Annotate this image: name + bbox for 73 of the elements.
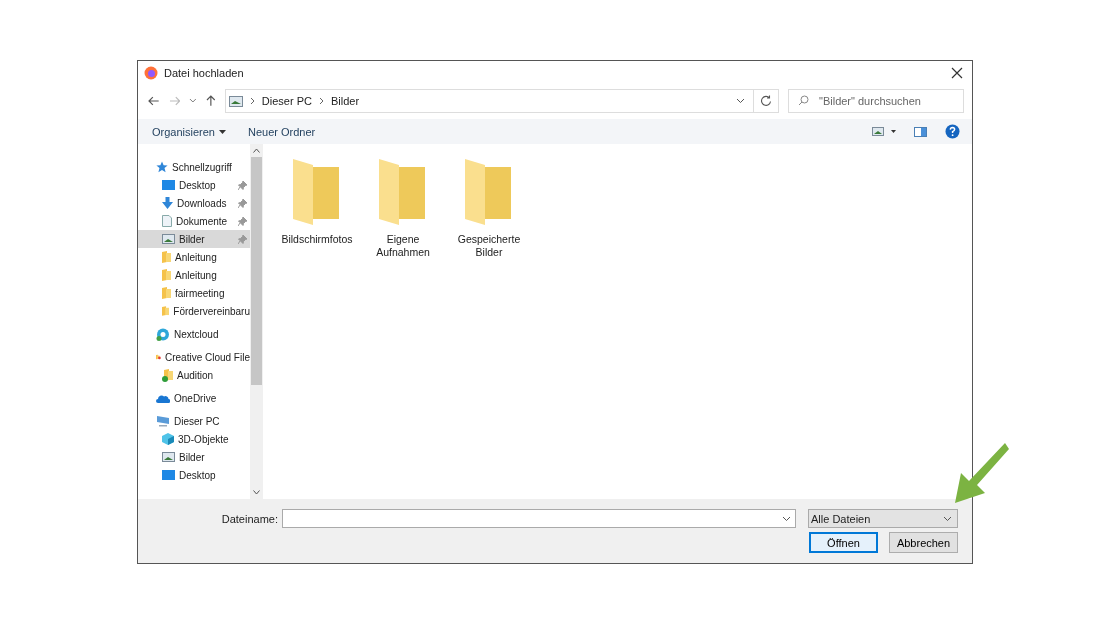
file-type-dropdown[interactable]: Alle Dateien: [808, 509, 958, 528]
folder-icon: [162, 287, 171, 299]
filename-field[interactable]: [282, 509, 796, 528]
chevron-down-icon[interactable]: [253, 490, 260, 495]
pictures-icon: [162, 234, 175, 244]
nav-item[interactable]: Bilder: [138, 448, 250, 466]
preview-pane-icon[interactable]: [914, 126, 927, 137]
folder-item[interactable]: Eigene Aufnahmen: [365, 159, 441, 259]
nav-item[interactable]: Nextcloud: [138, 325, 250, 343]
desktop-icon: [162, 470, 175, 480]
nav-item[interactable]: Downloads: [138, 194, 250, 212]
nav-item[interactable]: Anleitung: [138, 266, 250, 284]
folder-icon: [293, 159, 341, 225]
back-arrow-icon[interactable]: [148, 96, 160, 106]
computer-icon: [156, 415, 170, 427]
search-icon: [798, 95, 809, 106]
folder-icon: [379, 159, 427, 225]
download-arrow-icon: [162, 197, 173, 209]
arrow-icon: [955, 443, 1009, 503]
desktop-icon: [162, 180, 175, 190]
search-field[interactable]: "Bilder" durchsuchen: [788, 89, 964, 113]
chevron-right-icon: [318, 97, 324, 105]
nav-item[interactable]: Desktop: [138, 176, 250, 194]
folder-icon: [465, 159, 513, 225]
chevron-down-icon: [943, 515, 952, 522]
breadcrumb[interactable]: Bilder: [330, 95, 360, 107]
filename-label: Dateiname:: [221, 512, 278, 525]
nav-item[interactable]: Bilder: [138, 230, 250, 248]
breadcrumb[interactable]: Dieser PC: [261, 95, 312, 107]
nav-item[interactable]: Dokumente: [138, 212, 250, 230]
nav-item[interactable]: 3D-Objekte: [138, 430, 250, 448]
nav-item[interactable]: Dieser PC: [138, 412, 250, 430]
folder-icon: [162, 251, 171, 263]
folder-icon: [162, 269, 171, 281]
scrollbar[interactable]: [250, 144, 263, 499]
cancel-button[interactable]: Abbrechen: [889, 532, 958, 553]
window-title: Datei hochladen: [164, 67, 244, 79]
nav-item[interactable]: OneDrive: [138, 389, 250, 407]
nav-item[interactable]: Anleitung: [138, 248, 250, 266]
chevron-down-icon[interactable]: [735, 98, 745, 104]
nav-item[interactable]: Audition: [138, 366, 250, 384]
chevron-right-icon: [249, 97, 255, 105]
help-icon[interactable]: [945, 124, 960, 139]
view-options-icon[interactable]: [872, 127, 896, 136]
nav-item[interactable]: Fördervereinbaru: [138, 302, 250, 320]
nav-item[interactable]: Creative Cloud File: [138, 348, 250, 366]
folder-icon: [162, 305, 170, 317]
chevron-down-icon[interactable]: [782, 516, 791, 522]
refresh-icon: [759, 95, 772, 107]
star-icon: [156, 161, 168, 173]
cube-icon: [162, 433, 174, 445]
nav-item[interactable]: Desktop: [138, 466, 250, 484]
nav-item[interactable]: fairmeeting: [138, 284, 250, 302]
folder-item[interactable]: Bildschirmfotos: [279, 159, 355, 246]
cloud-sync-icon: [156, 327, 170, 341]
pictures-icon: [228, 95, 243, 107]
folder-icon: [162, 368, 173, 382]
browser-logo-icon: [144, 66, 158, 80]
folder-item[interactable]: Gespeicherte Bilder: [451, 159, 527, 259]
open-button[interactable]: Öffnen: [809, 532, 878, 553]
up-arrow-icon[interactable]: [206, 95, 216, 107]
address-bar[interactable]: Dieser PC Bilder: [224, 89, 754, 113]
new-folder-button[interactable]: Neuer Ordner: [248, 125, 316, 138]
refresh-button[interactable]: [753, 89, 779, 113]
cloud-icon: [156, 393, 170, 403]
caret-icon[interactable]: [219, 129, 226, 134]
nav-item[interactable]: Schnellzugriff: [138, 158, 250, 176]
pictures-icon: [162, 452, 175, 462]
organize-menu[interactable]: Organisieren: [152, 125, 215, 138]
close-icon[interactable]: [951, 67, 963, 79]
document-icon: [162, 215, 172, 227]
chevron-down-icon[interactable]: [189, 98, 198, 104]
chevron-up-icon[interactable]: [253, 148, 260, 153]
